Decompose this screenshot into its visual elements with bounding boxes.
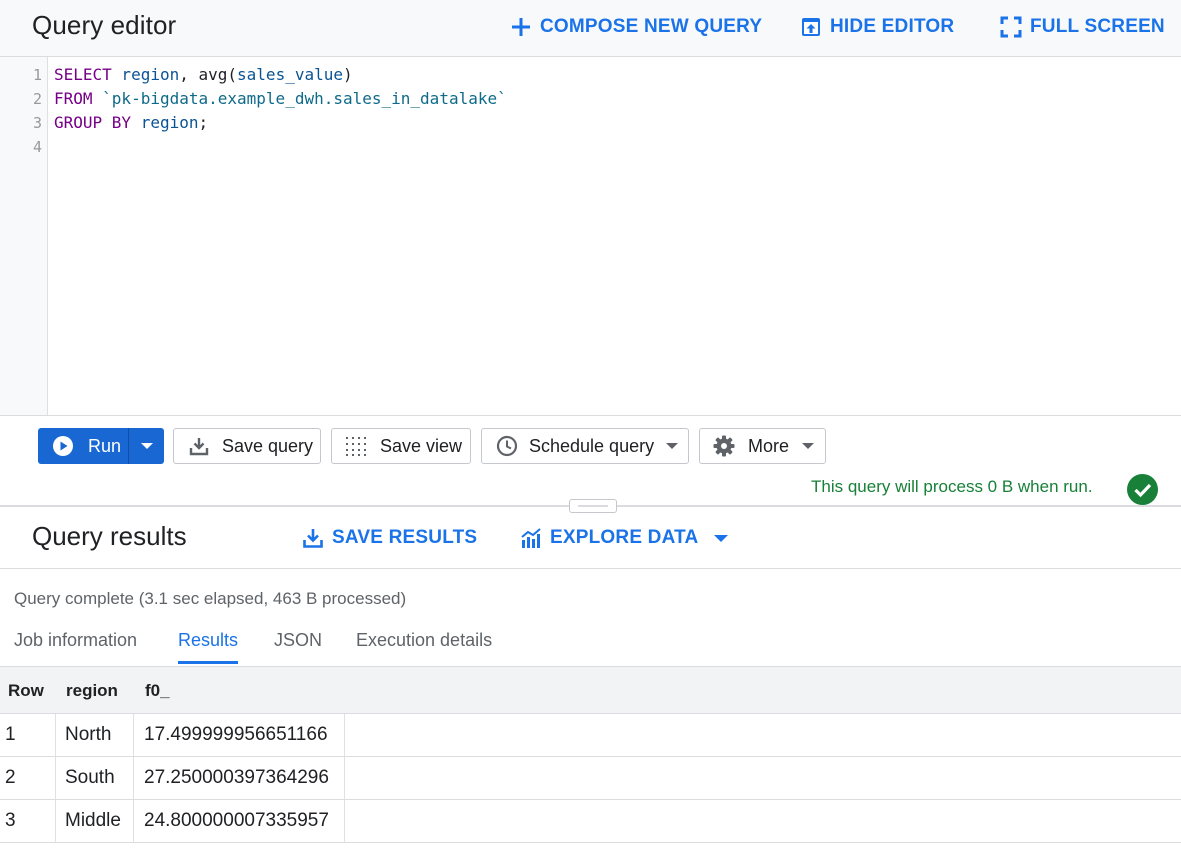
explore-chart-icon bbox=[521, 528, 541, 548]
column-header-row: Row bbox=[8, 681, 44, 700]
results-divider bbox=[0, 568, 1181, 569]
column-divider bbox=[133, 714, 134, 756]
value-cell: 27.250000397364296 bbox=[144, 767, 329, 788]
check-circle-icon bbox=[1127, 474, 1158, 505]
full-screen-button[interactable]: FULL SCREEN bbox=[1000, 14, 1165, 40]
results-table-header: Row region f0_ bbox=[0, 666, 1181, 714]
row-number-cell: 3 bbox=[5, 810, 16, 831]
tab-job-information[interactable]: Job information bbox=[14, 630, 137, 664]
column-divider bbox=[55, 800, 56, 842]
column-divider bbox=[344, 757, 345, 799]
save-results-label: SAVE RESULTS bbox=[332, 527, 478, 548]
column-divider bbox=[55, 757, 56, 799]
gear-icon bbox=[713, 435, 735, 457]
results-title: Query results bbox=[32, 521, 187, 551]
row-number-cell: 2 bbox=[5, 767, 16, 788]
full-screen-label: FULL SCREEN bbox=[1030, 16, 1165, 37]
line-number: 4 bbox=[32, 138, 42, 156]
more-button[interactable]: More bbox=[699, 428, 826, 464]
add-icon bbox=[512, 18, 530, 36]
save-query-button[interactable]: Save query bbox=[173, 428, 321, 464]
region-cell: South bbox=[65, 767, 115, 788]
save-view-label: Save view bbox=[380, 435, 463, 456]
tab-results[interactable]: Results bbox=[178, 630, 238, 664]
download-icon bbox=[303, 529, 323, 548]
value-cell: 17.499999956651166 bbox=[144, 724, 328, 745]
schedule-query-button[interactable]: Schedule query bbox=[481, 428, 689, 464]
line-number: 2 bbox=[32, 90, 42, 108]
run-options-dropdown[interactable] bbox=[129, 428, 164, 464]
clock-icon bbox=[496, 435, 518, 457]
more-label: More bbox=[748, 435, 790, 456]
dropdown-arrow-icon bbox=[714, 534, 729, 542]
schedule-query-label: Schedule query bbox=[529, 435, 655, 456]
editor-header: Query editor COMPOSE NEW QUERY HIDE EDIT… bbox=[0, 0, 1181, 57]
sql-identifier: region bbox=[111, 65, 180, 84]
column-divider bbox=[133, 800, 134, 842]
sql-punctuation: ; bbox=[198, 113, 209, 132]
column-divider bbox=[344, 800, 345, 842]
sql-table-reference: `pk-bigdata.example_dwh.sales_in_datalak… bbox=[92, 89, 507, 108]
sql-identifier: sales_value bbox=[237, 65, 343, 84]
sql-code-editor[interactable]: 1 2 3 4 SELECT region, avg(sales_value) … bbox=[0, 57, 1181, 416]
sql-keyword: SELECT bbox=[54, 65, 112, 84]
table-row: 2 South 27.250000397364296 bbox=[0, 757, 1181, 800]
column-divider bbox=[133, 757, 134, 799]
line-number: 1 bbox=[32, 66, 42, 84]
hide-editor-button[interactable]: HIDE EDITOR bbox=[800, 14, 954, 40]
column-divider bbox=[344, 714, 345, 756]
row-number-cell: 1 bbox=[5, 724, 16, 745]
code-line-2[interactable]: FROM `pk-bigdata.example_dwh.sales_in_da… bbox=[54, 87, 507, 111]
editor-title: Query editor bbox=[32, 10, 177, 40]
query-status: Query complete (3.1 sec elapsed, 463 B p… bbox=[14, 589, 407, 608]
sql-identifier: region bbox=[131, 113, 199, 132]
dropdown-arrow-icon bbox=[666, 443, 679, 449]
dropdown-arrow-icon bbox=[802, 443, 815, 449]
line-number: 3 bbox=[32, 114, 42, 132]
code-line-1[interactable]: SELECT region, avg(sales_value) bbox=[54, 63, 353, 87]
fullscreen-icon bbox=[1000, 16, 1022, 38]
hide-editor-icon bbox=[802, 18, 820, 36]
region-cell: Middle bbox=[65, 810, 121, 831]
dropdown-arrow-icon bbox=[140, 443, 153, 449]
download-icon bbox=[189, 438, 209, 456]
run-label: Run bbox=[88, 435, 122, 456]
run-button[interactable]: Run bbox=[38, 428, 128, 464]
table-row: 3 Middle 24.800000007335957 bbox=[0, 800, 1181, 843]
resize-handle[interactable] bbox=[569, 499, 617, 513]
sql-keyword: GROUP BY bbox=[54, 113, 132, 132]
region-cell: North bbox=[65, 724, 112, 745]
compose-new-query-button[interactable]: COMPOSE NEW QUERY bbox=[510, 14, 762, 40]
column-header-f0: f0_ bbox=[145, 681, 170, 700]
explore-data-label: EXPLORE DATA bbox=[550, 527, 699, 548]
column-divider bbox=[55, 714, 56, 756]
hide-editor-label: HIDE EDITOR bbox=[830, 16, 955, 37]
sql-punctuation: , avg( bbox=[179, 65, 238, 84]
sql-keyword: FROM bbox=[54, 89, 93, 108]
line-number-gutter: 1 2 3 4 bbox=[0, 57, 48, 415]
table-row: 1 North 17.499999956651166 bbox=[0, 714, 1181, 757]
sql-punctuation: ) bbox=[343, 65, 353, 84]
active-tab-indicator bbox=[178, 661, 238, 664]
compose-new-query-label: COMPOSE NEW QUERY bbox=[540, 16, 763, 37]
tab-json[interactable]: JSON bbox=[274, 630, 322, 664]
tab-execution-details[interactable]: Execution details bbox=[356, 630, 492, 664]
column-header-region: region bbox=[66, 681, 118, 700]
code-line-3[interactable]: GROUP BY region; bbox=[54, 111, 208, 135]
save-view-button[interactable]: Save view bbox=[331, 428, 471, 464]
play-icon bbox=[53, 436, 73, 456]
save-results-button[interactable]: SAVE RESULTS bbox=[302, 524, 477, 552]
explore-data-button[interactable]: EXPLORE DATA bbox=[520, 524, 736, 552]
query-validator-message: This query will process 0 B when run. bbox=[811, 477, 1093, 496]
save-query-label: Save query bbox=[222, 435, 314, 456]
grid-view-icon bbox=[346, 437, 366, 456]
value-cell: 24.800000007335957 bbox=[144, 810, 329, 831]
run-button-group: Run bbox=[38, 428, 164, 464]
